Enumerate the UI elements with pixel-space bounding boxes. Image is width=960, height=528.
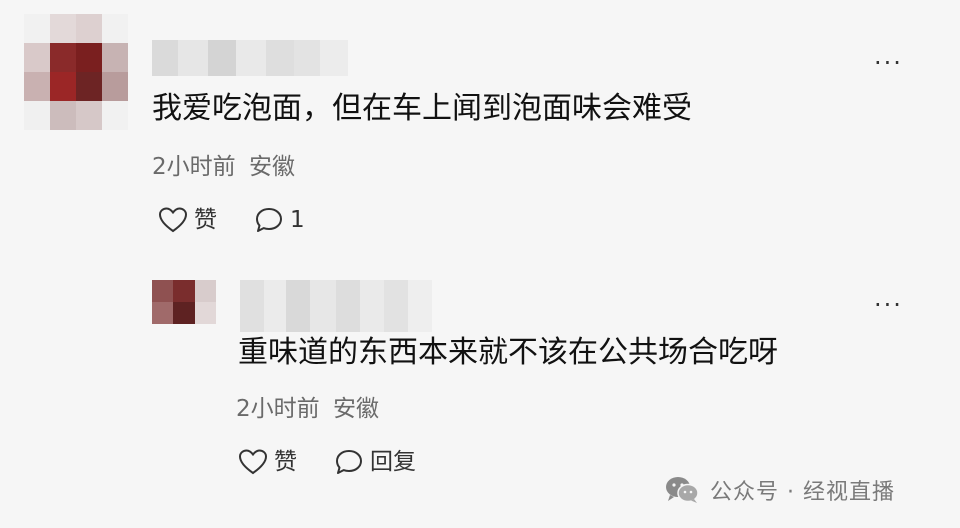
more-options-icon[interactable]: ... xyxy=(874,44,903,68)
like-button[interactable]: 赞 xyxy=(158,206,217,234)
speech-bubble-icon xyxy=(256,208,282,232)
reply-meta: 2小时前 安徽 xyxy=(236,398,379,421)
watermark-text: 公众号 · 经视直播 xyxy=(710,480,895,505)
replier-avatar[interactable] xyxy=(152,280,216,324)
replier-username-blurred[interactable] xyxy=(240,280,432,332)
comment-location: 安徽 xyxy=(248,154,295,180)
reply-time: 2小时前 xyxy=(236,396,320,422)
reply-text: 重味道的东西本来就不该在公共场合吃呀 xyxy=(238,335,778,370)
reply-location: 安徽 xyxy=(332,396,379,422)
comment-text: 我爱吃泡面，但在车上闻到泡面味会难受 xyxy=(152,91,692,126)
comment-reply-button[interactable]: 1 xyxy=(254,206,305,234)
commenter-username-blurred[interactable] xyxy=(152,40,348,76)
heart-icon xyxy=(158,207,188,233)
reply-count: 1 xyxy=(290,206,305,233)
like-label: 赞 xyxy=(194,206,217,233)
watermark: 公众号 · 经视直播 xyxy=(664,474,895,506)
wechat-icon xyxy=(666,477,699,503)
reply-button[interactable]: 回复 xyxy=(334,448,416,476)
comment-time: 2小时前 xyxy=(152,154,236,180)
like-label: 赞 xyxy=(274,448,297,475)
speech-bubble-icon xyxy=(336,450,362,474)
reply-like-button[interactable]: 赞 xyxy=(238,448,297,476)
comment-meta: 2小时前 安徽 xyxy=(152,156,295,179)
more-options-icon[interactable]: ... xyxy=(874,286,903,310)
commenter-avatar[interactable] xyxy=(24,14,128,130)
heart-icon xyxy=(238,449,268,475)
reply-label: 回复 xyxy=(370,448,416,475)
